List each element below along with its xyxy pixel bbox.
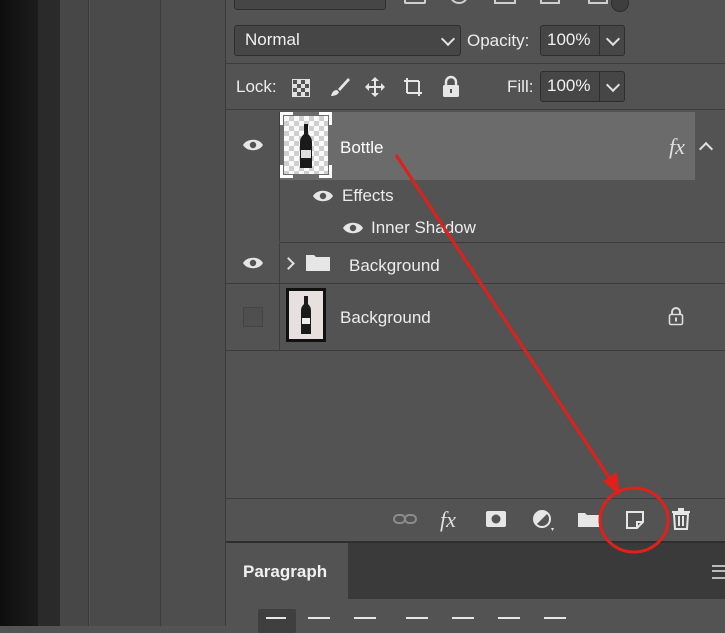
lock-transparency-icon[interactable] — [292, 79, 310, 97]
eye-icon[interactable] — [242, 256, 264, 270]
new-layer-icon[interactable] — [625, 510, 645, 530]
new-group-folder-icon[interactable] — [577, 510, 601, 528]
layer-name-background[interactable]: Background — [340, 308, 431, 328]
fill-input[interactable]: 100% — [540, 71, 625, 102]
layer-row-background[interactable]: Background — [226, 284, 725, 350]
justify-all-button[interactable] — [544, 617, 566, 619]
layer-name-background-group[interactable]: Background — [349, 256, 440, 276]
opacity-value: 100% — [547, 30, 591, 49]
delete-layer-trash-icon[interactable] — [671, 508, 691, 530]
filter-icons-row — [404, 0, 624, 6]
justify-last-center-button[interactable] — [452, 617, 474, 619]
folder-icon — [306, 255, 330, 271]
layers-footer-toolbar: fx — [226, 498, 725, 541]
lock-position-move-icon[interactable] — [364, 76, 386, 98]
add-layer-style-icon[interactable]: fx — [440, 507, 456, 533]
selection-corners — [280, 112, 332, 178]
inner-shadow-label[interactable]: Inner Shadow — [371, 218, 476, 238]
lock-pixels-brush-icon[interactable] — [329, 76, 351, 98]
adjustment-layer-icon[interactable] — [532, 509, 554, 531]
justify-last-right-button[interactable] — [498, 617, 520, 619]
tab-paragraph[interactable]: Paragraph — [226, 543, 348, 599]
paragraph-tab-label: Paragraph — [243, 562, 328, 581]
canvas-area — [0, 0, 38, 626]
left-dock-column-2 — [90, 0, 161, 626]
left-panel-strip — [38, 0, 60, 626]
chevron-down-icon[interactable] — [605, 31, 621, 47]
eye-icon[interactable] — [342, 221, 364, 235]
layer-row-bottle[interactable]: Bottle fx — [226, 112, 725, 180]
align-left-button[interactable] — [258, 609, 296, 633]
lock-label: Lock: — [236, 77, 277, 96]
link-layers-icon[interactable] — [392, 511, 418, 527]
fill-label: Fill: — [507, 77, 534, 96]
opacity-input[interactable]: 100% — [540, 25, 625, 56]
bottle-photo-image — [301, 296, 311, 334]
panel-menu-icon[interactable] — [712, 565, 725, 579]
align-right-button[interactable] — [354, 617, 376, 619]
paragraph-panel: Paragraph — [226, 541, 725, 633]
layers-panel: Normal Opacity: 100% Lock: Fill: 100% Bo… — [226, 0, 725, 541]
effects-label[interactable]: Effects — [342, 186, 394, 206]
chevron-down-icon[interactable] — [605, 77, 621, 93]
lock-artboard-icon[interactable] — [401, 75, 425, 99]
layer-thumbnail-background[interactable] — [286, 288, 326, 342]
paragraph-content — [226, 599, 725, 633]
eye-icon[interactable] — [312, 189, 334, 203]
filter-toggle[interactable] — [611, 0, 629, 12]
chevron-down-icon — [440, 31, 456, 47]
chevron-up-icon[interactable] — [698, 141, 714, 157]
align-center-button[interactable] — [308, 617, 330, 619]
lock-icon — [668, 307, 684, 326]
layer-name-bottle[interactable]: Bottle — [340, 138, 383, 158]
left-dock-column — [60, 0, 89, 626]
blend-mode-dropdown[interactable]: Normal — [234, 25, 461, 56]
add-mask-icon[interactable] — [485, 510, 507, 528]
layer-filter-dropdown[interactable] — [234, 0, 386, 10]
blend-mode-value: Normal — [245, 30, 300, 49]
opacity-label: Opacity: — [467, 31, 530, 50]
lock-all-icon[interactable] — [441, 75, 461, 99]
left-dock-column-3 — [161, 0, 226, 626]
eye-icon[interactable] — [242, 138, 264, 152]
fill-value: 100% — [547, 76, 591, 95]
layer-row-background-group[interactable]: Background — [226, 243, 725, 283]
justify-last-left-button[interactable] — [406, 617, 428, 619]
chevron-right-icon[interactable] — [282, 257, 295, 270]
visibility-toggle-empty[interactable] — [243, 307, 263, 327]
fx-icon[interactable]: fx — [669, 134, 685, 160]
layer-effects-row[interactable]: Effects Inner Shadow — [226, 180, 725, 242]
